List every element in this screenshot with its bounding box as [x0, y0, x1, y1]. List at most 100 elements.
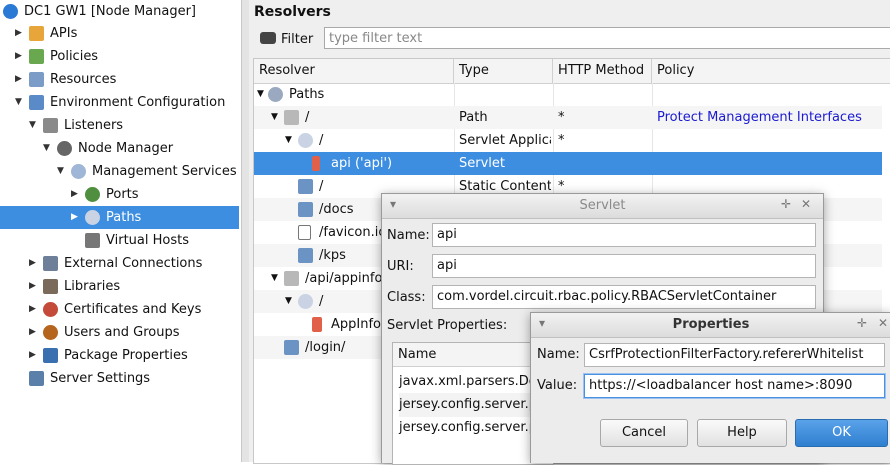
class-label: Class:	[387, 290, 426, 305]
binoculars-icon	[260, 32, 276, 44]
filter-button[interactable]: Filter	[260, 29, 313, 51]
move-icon[interactable]: ✛	[781, 197, 791, 211]
tree-item-apis[interactable]: ▶ APIs	[0, 22, 239, 45]
tree-item-node-manager[interactable]: ▼ Node Manager	[0, 137, 239, 160]
dialog-title: Servlet	[382, 194, 823, 219]
tree-item-ports[interactable]: ▶ Ports	[0, 183, 239, 206]
folder-icon	[298, 202, 313, 217]
tree-item-virtual-hosts[interactable]: Virtual Hosts	[0, 229, 239, 252]
servlet-app-icon	[298, 133, 313, 148]
path-icon	[284, 110, 299, 125]
certificate-icon	[43, 302, 58, 317]
close-icon[interactable]: ✕	[801, 197, 811, 211]
column-header-policy[interactable]: Policy	[652, 59, 882, 83]
collapse-arrow-icon[interactable]: ▼	[57, 160, 64, 183]
expand-arrow-icon[interactable]: ▶	[29, 321, 36, 344]
virtual-hosts-icon	[85, 233, 100, 248]
expand-arrow-icon[interactable]: ▶	[71, 183, 78, 206]
window-menu-icon[interactable]: ▾	[539, 316, 545, 330]
expand-arrow-icon[interactable]: ▶	[29, 252, 36, 275]
table-row-selected[interactable]: api ('api') Servlet	[254, 152, 882, 175]
property-name-field[interactable]: CsrfProtectionFilterFactory.refererWhite…	[584, 343, 885, 367]
paths-icon	[85, 210, 100, 225]
properties-dialog: Properties ▾ ✛ ✕ Name: CsrfProtectionFil…	[530, 312, 890, 463]
collapse-arrow-icon[interactable]: ▼	[43, 137, 50, 160]
package-icon	[43, 348, 58, 363]
tree-item-environment-configuration[interactable]: ▼ Environment Configuration	[0, 91, 239, 114]
property-value-field[interactable]: https://<loadbalancer host name>:8090	[584, 374, 885, 398]
navigation-tree: DC1 GW1 [Node Manager] ▶ APIs ▶ Policies…	[0, 0, 242, 462]
expand-arrow-icon[interactable]: ▶	[29, 298, 36, 321]
expand-arrow-icon[interactable]: ▶	[29, 275, 36, 298]
libraries-icon	[43, 279, 58, 294]
help-button[interactable]: Help	[697, 419, 787, 447]
close-icon[interactable]: ✕	[878, 316, 888, 330]
gear-icon	[57, 141, 72, 156]
folder-icon	[284, 340, 299, 355]
name-label: Name:	[387, 228, 430, 243]
collapse-arrow-icon[interactable]: ▼	[15, 91, 22, 114]
tree-item-root[interactable]: DC1 GW1 [Node Manager]	[0, 0, 239, 23]
ok-button[interactable]: OK	[795, 419, 888, 447]
tree-item-server-settings[interactable]: Server Settings	[0, 367, 239, 390]
tree-item-users-and-groups[interactable]: ▶ Users and Groups	[0, 321, 239, 344]
expand-arrow-icon[interactable]: ▶	[15, 68, 22, 91]
column-header-type[interactable]: Type	[454, 59, 553, 83]
servlet-icon	[312, 156, 320, 171]
cancel-button[interactable]: Cancel	[600, 419, 688, 447]
expand-arrow-icon[interactable]: ▶	[71, 206, 78, 229]
collapse-arrow-icon[interactable]: ▼	[285, 290, 297, 313]
filter-input[interactable]	[324, 27, 890, 49]
column-header-name[interactable]: Name	[393, 343, 553, 367]
collapse-arrow-icon[interactable]: ▼	[271, 267, 283, 290]
node-manager-icon	[3, 4, 18, 19]
resources-icon	[29, 72, 44, 87]
move-icon[interactable]: ✛	[857, 316, 867, 330]
tree-item-management-services[interactable]: ▼ Management Services	[0, 160, 239, 183]
table-row[interactable]: ▼ / Path * Protect Management Interfaces	[254, 106, 882, 129]
uri-field[interactable]: api	[432, 254, 816, 278]
tree-item-listeners[interactable]: ▼ Listeners	[0, 114, 239, 137]
tree-item-certificates-and-keys[interactable]: ▶ Certificates and Keys	[0, 298, 239, 321]
table-header: Resolver Type HTTP Method Policy	[254, 59, 890, 84]
servlet-app-icon	[298, 294, 313, 309]
collapse-arrow-icon[interactable]: ▼	[271, 106, 283, 129]
table-row[interactable]: ▼ Paths	[254, 83, 882, 106]
tree-item-resources[interactable]: ▶ Resources	[0, 68, 239, 91]
tree-item-policies[interactable]: ▶ Policies	[0, 45, 239, 68]
tree-item-package-properties[interactable]: ▶ Package Properties	[0, 344, 239, 367]
users-icon	[43, 325, 58, 340]
column-header-http-method[interactable]: HTTP Method	[553, 59, 652, 83]
name-label: Name:	[537, 347, 580, 362]
value-label: Value:	[537, 378, 578, 393]
collapse-arrow-icon[interactable]: ▼	[29, 114, 36, 137]
name-field[interactable]: api	[432, 223, 816, 247]
uri-label: URI:	[387, 259, 414, 274]
folder-icon	[298, 248, 313, 263]
expand-arrow-icon[interactable]: ▶	[29, 344, 36, 367]
expand-arrow-icon[interactable]: ▶	[15, 22, 22, 45]
column-header-resolver[interactable]: Resolver	[254, 59, 454, 83]
wrench-icon	[29, 371, 44, 386]
globe-icon	[71, 164, 86, 179]
tree-item-paths[interactable]: ▶ Paths	[0, 206, 239, 229]
policies-icon	[29, 49, 44, 64]
file-icon	[298, 225, 311, 240]
page-title: Resolvers	[254, 4, 331, 20]
tree-item-libraries[interactable]: ▶ Libraries	[0, 275, 239, 298]
apis-icon	[29, 26, 44, 41]
window-menu-icon[interactable]: ▾	[390, 197, 396, 211]
environment-icon	[29, 95, 44, 110]
tree-item-external-connections[interactable]: ▶ External Connections	[0, 252, 239, 275]
table-row[interactable]: ▼ / Servlet Applicat *	[254, 129, 882, 152]
expand-arrow-icon[interactable]: ▶	[15, 45, 22, 68]
collapse-arrow-icon[interactable]: ▼	[285, 129, 297, 152]
policy-link[interactable]: Protect Management Interfaces	[657, 106, 882, 129]
folder-icon	[298, 179, 313, 194]
listeners-icon	[43, 118, 58, 133]
external-connections-icon	[43, 256, 58, 271]
path-icon	[284, 271, 299, 286]
table-row[interactable]: jersey.config.server.pr	[399, 416, 542, 440]
class-field[interactable]: com.vordel.circuit.rbac.policy.RBACServl…	[432, 285, 816, 309]
servlet-properties-label: Servlet Properties:	[387, 318, 508, 333]
